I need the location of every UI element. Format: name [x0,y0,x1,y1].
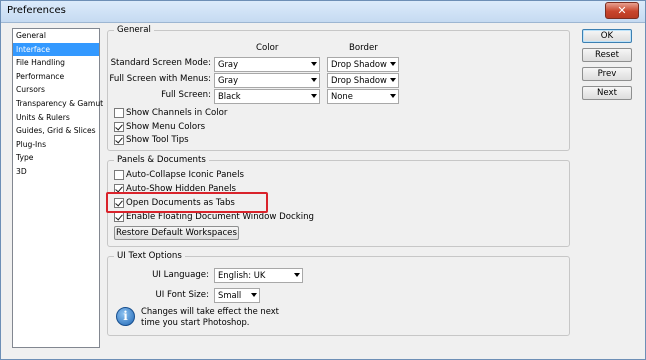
select-value: Black [218,91,241,101]
restart-note-line-2: time you start Photoshop. [141,317,250,327]
select-value: None [331,91,353,101]
full-screen-border-select[interactable]: None [327,89,399,104]
border-column-header: Border [349,43,378,53]
window-title: Preferences [7,5,66,16]
panels-documents-legend: Panels & Documents [117,155,206,165]
select-value: Small [218,290,242,300]
category-item-plug-ins[interactable]: Plug-Ins [13,138,99,152]
ui-language-select[interactable]: English: UK [214,268,303,283]
info-icon: i [116,307,135,326]
category-item-guides-grid-slices[interactable]: Guides, Grid & Slices [13,124,99,138]
chevron-down-icon [311,78,317,82]
select-value: Gray [218,59,239,69]
check-icon [115,212,123,221]
select-value: Drop Shadow [331,75,387,85]
next-button[interactable]: Next [582,86,632,100]
ui-text-options-legend: UI Text Options [117,251,182,261]
category-item-general[interactable]: General [13,29,99,43]
select-value: Drop Shadow [331,59,387,69]
checkbox-box[interactable] [114,170,124,180]
category-item-type[interactable]: Type [13,151,99,165]
category-item-3d[interactable]: 3D [13,165,99,179]
prev-button[interactable]: Prev [582,67,632,81]
checkbox-box[interactable] [114,122,124,132]
close-icon: ✕ [617,4,627,17]
chevron-down-icon [251,293,257,297]
preferences-window: Preferences ✕ General Interface File Han… [0,0,646,360]
full-screen-menus-color-select[interactable]: Gray [214,73,320,88]
full-screen-color-select[interactable]: Black [214,89,320,104]
full-screen-label: Full Screen: [161,90,211,100]
restart-note-line-1: Changes will take effect the next [141,306,279,316]
checkbox-label: Show Tool Tips [126,135,189,145]
standard-screen-border-select[interactable]: Drop Shadow [327,57,399,72]
check-icon [115,122,123,131]
category-list: General Interface File Handling Performa… [12,28,103,348]
checkbox-label: Show Menu Colors [126,122,206,132]
category-item-performance[interactable]: Performance [13,70,99,84]
annotation-highlight-box [106,192,268,213]
checkbox-box[interactable] [114,212,124,222]
chevron-down-icon [390,62,396,66]
category-item-interface[interactable]: Interface [13,42,99,57]
chevron-down-icon [311,94,317,98]
checkbox-label: Auto-Collapse Iconic Panels [126,170,244,180]
chevron-down-icon [390,78,396,82]
chevron-down-icon [390,94,396,98]
check-icon [115,135,123,144]
ui-font-size-label: UI Font Size: [155,290,209,300]
ui-language-label: UI Language: [152,270,209,280]
restart-note: Changes will take effect the next time y… [141,306,279,328]
checkbox-box[interactable] [114,108,124,118]
category-item-cursors[interactable]: Cursors [13,83,99,97]
standard-screen-mode-label: Standard Screen Mode: [110,58,211,68]
full-screen-menus-border-select[interactable]: Drop Shadow [327,73,399,88]
standard-screen-color-select[interactable]: Gray [214,57,320,72]
select-value: English: UK [218,270,266,280]
checkbox-box[interactable] [114,135,124,145]
ui-font-size-select[interactable]: Small [214,288,260,303]
category-item-transparency-gamut[interactable]: Transparency & Gamut [13,97,103,111]
chevron-down-icon [311,62,317,66]
general-legend: General [117,25,151,35]
restore-default-workspaces-button[interactable]: Restore Default Workspaces [114,226,239,240]
close-button[interactable]: ✕ [605,2,639,19]
full-screen-with-menus-label: Full Screen with Menus: [109,74,211,84]
checkbox-label: Show Channels in Color [126,108,228,118]
category-item-units-rulers[interactable]: Units & Rulers [13,111,99,125]
title-bar[interactable]: Preferences ✕ [1,1,645,23]
chevron-down-icon [294,273,300,277]
category-item-file-handling[interactable]: File Handling [13,56,99,70]
reset-button[interactable]: Reset [582,48,632,62]
select-value: Gray [218,75,239,85]
ok-button[interactable]: OK [582,29,632,43]
color-column-header: Color [256,43,279,53]
